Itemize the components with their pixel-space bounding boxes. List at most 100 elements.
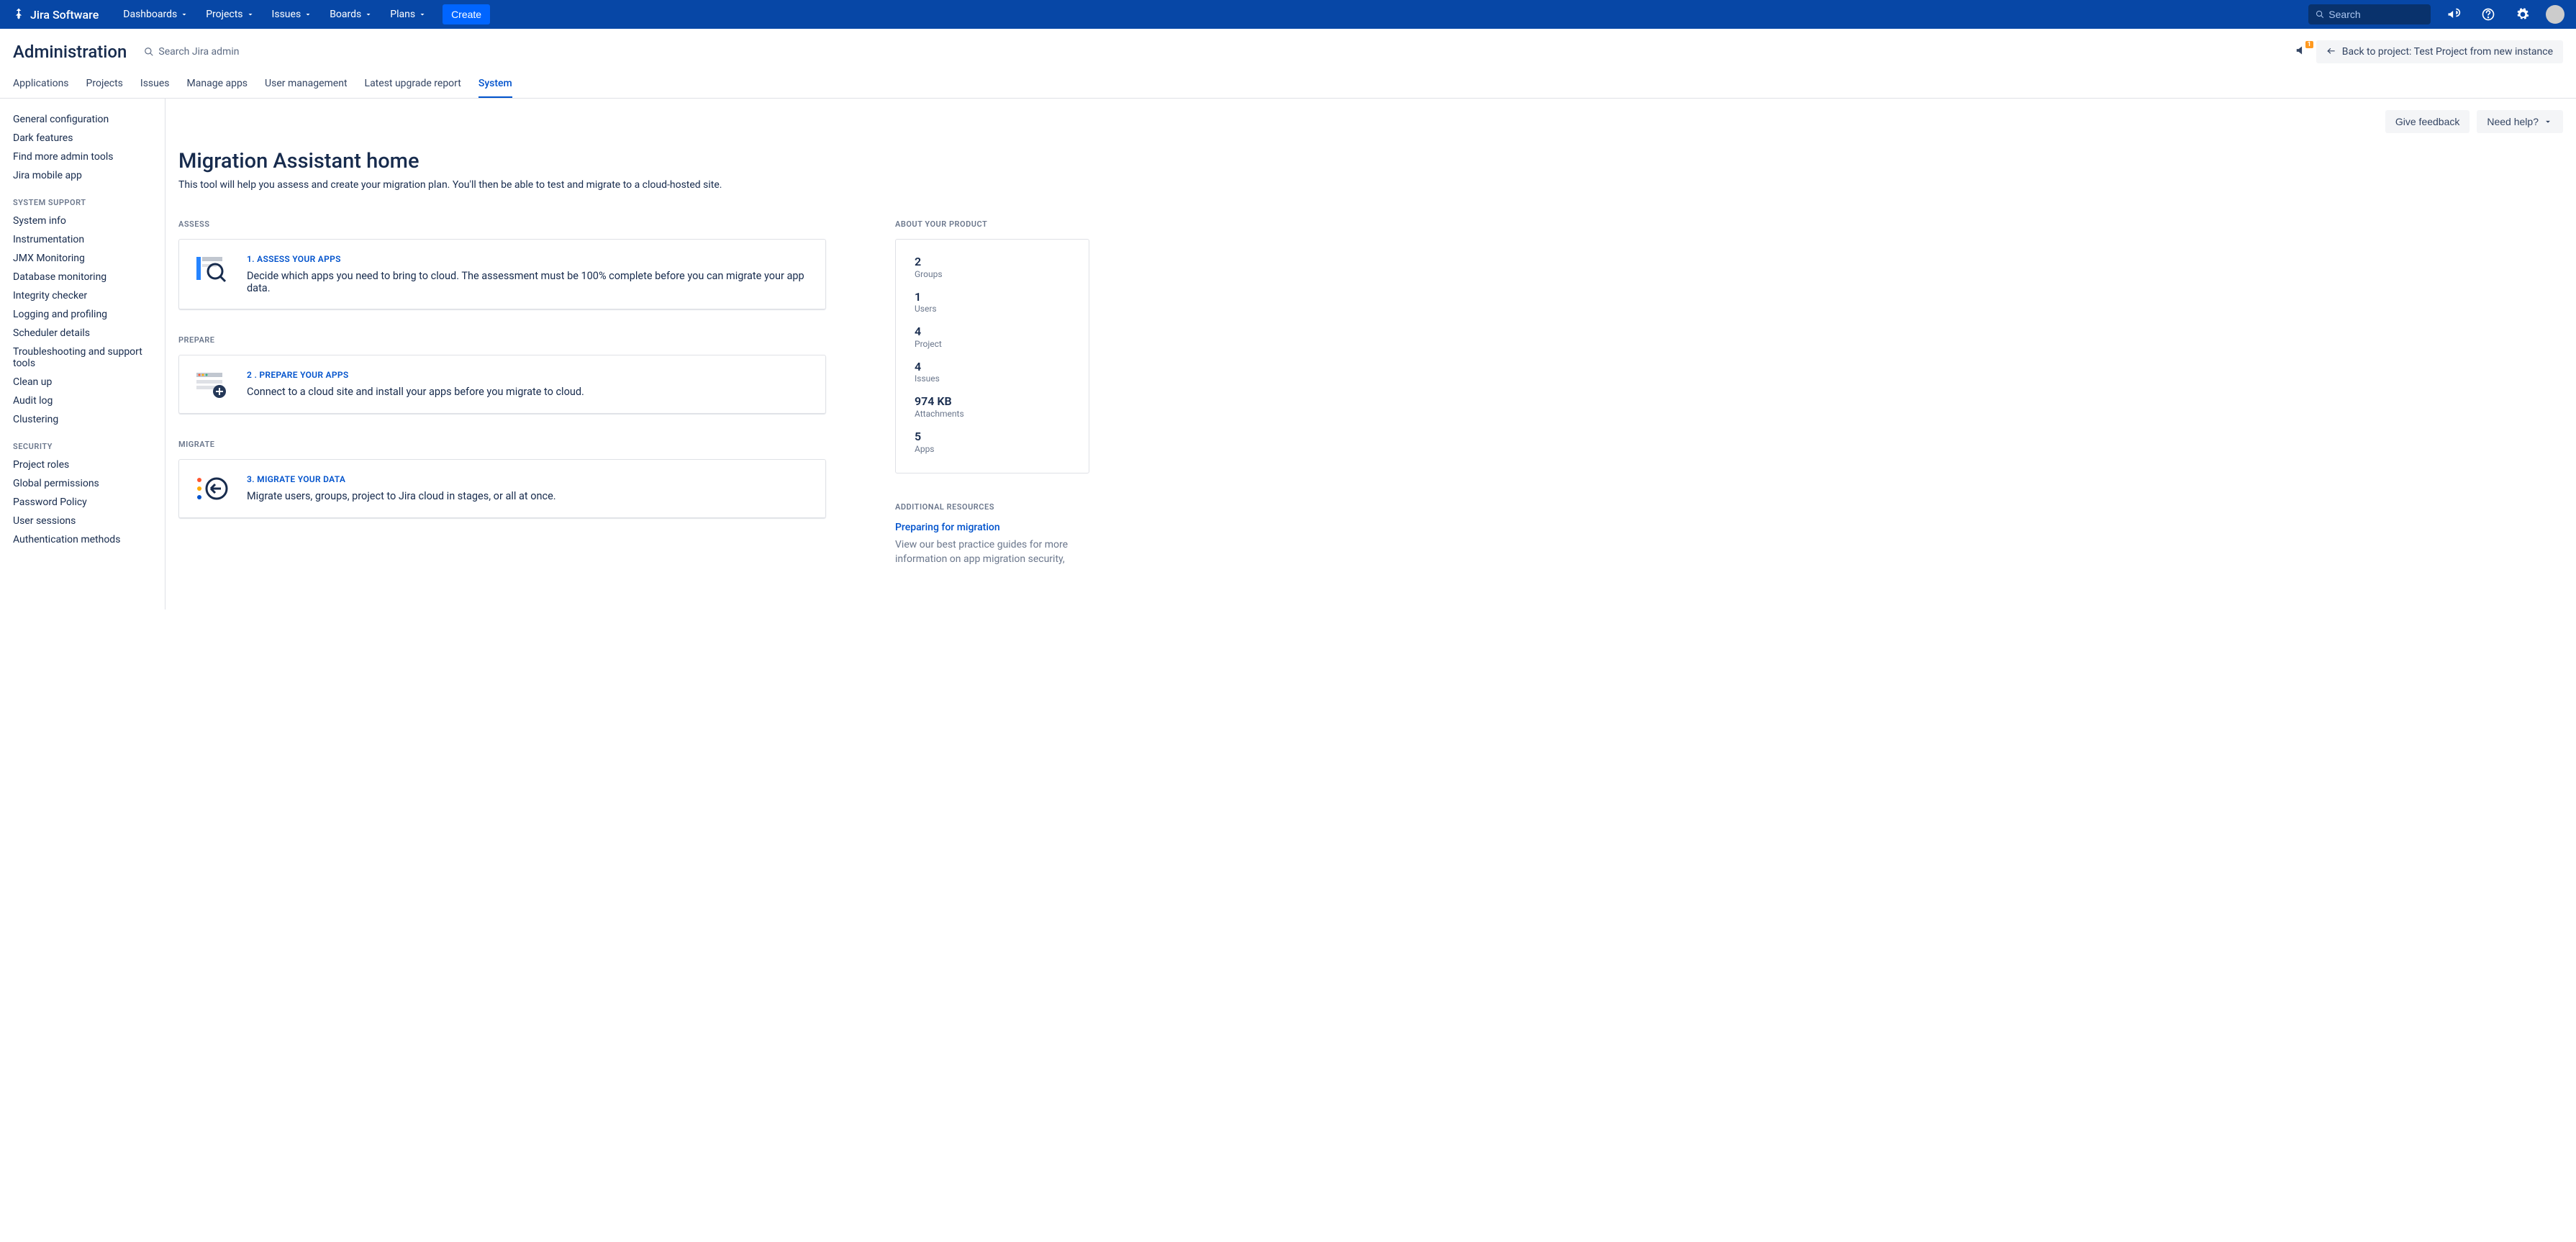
two-col: ASSESS 1. ASSESS YOUR APPS Decide which … [178, 219, 2563, 566]
sidebar-clustering[interactable]: Clustering [13, 410, 155, 429]
global-search-input[interactable] [2328, 9, 2423, 20]
nav-boards[interactable]: Boards [322, 4, 380, 24]
jira-logo-icon [12, 7, 26, 22]
card-desc: Connect to a cloud site and install your… [247, 386, 809, 398]
sidebar: General configuration Dark features Find… [0, 99, 165, 609]
sidebar-general-configuration[interactable]: General configuration [13, 110, 155, 129]
admin-title: Administration [13, 42, 127, 62]
content: General configuration Dark features Find… [0, 99, 2576, 609]
tab-applications[interactable]: Applications [13, 71, 69, 98]
nav-plans[interactable]: Plans [383, 4, 434, 24]
sidebar-instrumentation[interactable]: Instrumentation [13, 230, 155, 249]
sidebar-system-info[interactable]: System info [13, 212, 155, 230]
sidebar-password-policy[interactable]: Password Policy [13, 493, 155, 512]
feedback-badge: 1 [2305, 41, 2313, 48]
card-prepare-apps[interactable]: 2 . PREPARE YOUR APPS Connect to a cloud… [178, 355, 826, 414]
topnav-right [2308, 3, 2564, 26]
resource-preparing-link[interactable]: Preparing for migration [895, 522, 1089, 533]
nav-dashboards[interactable]: Dashboards [116, 4, 196, 24]
section-migrate-label: MIGRATE [178, 440, 826, 449]
give-feedback-button[interactable]: Give feedback [2385, 110, 2470, 133]
admin-header: Administration Search Jira admin 1 Back … [0, 29, 2576, 71]
card-body: 1. ASSESS YOUR APPS Decide which apps yo… [247, 254, 809, 294]
card-body: 2 . PREPARE YOUR APPS Connect to a cloud… [247, 370, 809, 399]
stats-box: 2Groups 1Users 4Project 4Issues 974 KBAt… [895, 239, 1089, 473]
tab-manage-apps[interactable]: Manage apps [187, 71, 248, 98]
sidebar-find-more-admin-tools[interactable]: Find more admin tools [13, 148, 155, 166]
prepare-icon [195, 370, 230, 399]
sidebar-jira-mobile-app[interactable]: Jira mobile app [13, 166, 155, 185]
sidebar-scheduler-details[interactable]: Scheduler details [13, 324, 155, 343]
sidebar-jmx-monitoring[interactable]: JMX Monitoring [13, 249, 155, 268]
sidebar-audit-log[interactable]: Audit log [13, 391, 155, 410]
nav-items: Dashboards Projects Issues Boards Plans … [116, 4, 490, 24]
feedback-megaphone-icon[interactable]: 1 [2295, 42, 2310, 61]
chevron-down-icon [180, 10, 189, 19]
back-arrow-icon [2326, 47, 2336, 57]
card-migrate-data[interactable]: 3. MIGRATE YOUR DATA Migrate users, grou… [178, 459, 826, 518]
sidebar-database-monitoring[interactable]: Database monitoring [13, 268, 155, 286]
col-left: ASSESS 1. ASSESS YOUR APPS Decide which … [178, 219, 826, 566]
admin-header-right: 1 Back to project: Test Project from new… [2295, 40, 2563, 63]
chevron-down-icon [304, 10, 312, 19]
search-icon [144, 47, 154, 57]
top-nav: Jira Software Dashboards Projects Issues… [0, 0, 2576, 29]
search-icon [2316, 9, 2324, 19]
stat-issues: 4Issues [915, 361, 1070, 384]
tab-user-management[interactable]: User management [265, 71, 347, 98]
page-title: Migration Assistant home [178, 149, 2563, 173]
admin-tabs: Applications Projects Issues Manage apps… [0, 71, 2576, 99]
chevron-down-icon [246, 10, 255, 19]
additional-resources-label: ADDITIONAL RESOURCES [895, 502, 1089, 512]
card-desc: Decide which apps you need to bring to c… [247, 270, 809, 294]
card-desc: Migrate users, groups, project to Jira c… [247, 490, 809, 502]
sidebar-section-system-support: SYSTEM SUPPORT [13, 198, 155, 207]
card-assess-apps[interactable]: 1. ASSESS YOUR APPS Decide which apps yo… [178, 239, 826, 309]
sidebar-project-roles[interactable]: Project roles [13, 455, 155, 474]
stat-attachments: 974 KBAttachments [915, 395, 1070, 419]
sidebar-global-permissions[interactable]: Global permissions [13, 474, 155, 493]
page-subtitle: This tool will help you assess and creat… [178, 179, 2563, 191]
sidebar-authentication-methods[interactable]: Authentication methods [13, 530, 155, 549]
sidebar-integrity-checker[interactable]: Integrity checker [13, 286, 155, 305]
megaphone-icon[interactable] [2442, 3, 2465, 26]
about-product-label: ABOUT YOUR PRODUCT [895, 219, 1089, 229]
sidebar-dark-features[interactable]: Dark features [13, 129, 155, 148]
admin-search[interactable]: Search Jira admin [144, 46, 239, 58]
main: Give feedback Need help? Migration Assis… [165, 99, 2576, 609]
stat-project: 4Project [915, 325, 1070, 349]
sidebar-troubleshooting[interactable]: Troubleshooting and support tools [13, 343, 155, 373]
tab-latest-upgrade-report[interactable]: Latest upgrade report [365, 71, 461, 98]
tab-issues[interactable]: Issues [140, 71, 170, 98]
sidebar-section-security: SECURITY [13, 442, 155, 451]
chevron-down-icon [2543, 117, 2553, 127]
stat-groups: 2Groups [915, 255, 1070, 279]
jira-logo-text: Jira Software [30, 8, 99, 22]
nav-issues[interactable]: Issues [265, 4, 320, 24]
settings-icon[interactable] [2511, 3, 2534, 26]
stat-apps: 5Apps [915, 430, 1070, 454]
need-help-button[interactable]: Need help? [2477, 110, 2563, 133]
main-top-actions: Give feedback Need help? [178, 110, 2563, 133]
resource-desc: View our best practice guides for more i… [895, 538, 1089, 567]
help-icon[interactable] [2477, 3, 2500, 26]
sidebar-logging-profiling[interactable]: Logging and profiling [13, 305, 155, 324]
sidebar-user-sessions[interactable]: User sessions [13, 512, 155, 530]
stat-users: 1Users [915, 291, 1070, 314]
global-search[interactable] [2308, 4, 2431, 24]
card-title: 1. ASSESS YOUR APPS [247, 254, 809, 264]
section-prepare-label: PREPARE [178, 335, 826, 345]
col-right: ABOUT YOUR PRODUCT 2Groups 1Users 4Proje… [895, 219, 1089, 566]
migrate-icon [195, 474, 230, 503]
jira-logo[interactable]: Jira Software [12, 7, 99, 22]
back-to-project-link[interactable]: Back to project: Test Project from new i… [2316, 40, 2563, 63]
card-body: 3. MIGRATE YOUR DATA Migrate users, grou… [247, 474, 809, 503]
avatar[interactable] [2546, 5, 2564, 24]
nav-projects[interactable]: Projects [199, 4, 261, 24]
create-button[interactable]: Create [443, 4, 490, 24]
card-title: 3. MIGRATE YOUR DATA [247, 474, 809, 484]
assess-icon [195, 254, 230, 283]
sidebar-clean-up[interactable]: Clean up [13, 373, 155, 391]
tab-projects[interactable]: Projects [86, 71, 123, 98]
tab-system[interactable]: System [479, 71, 512, 98]
